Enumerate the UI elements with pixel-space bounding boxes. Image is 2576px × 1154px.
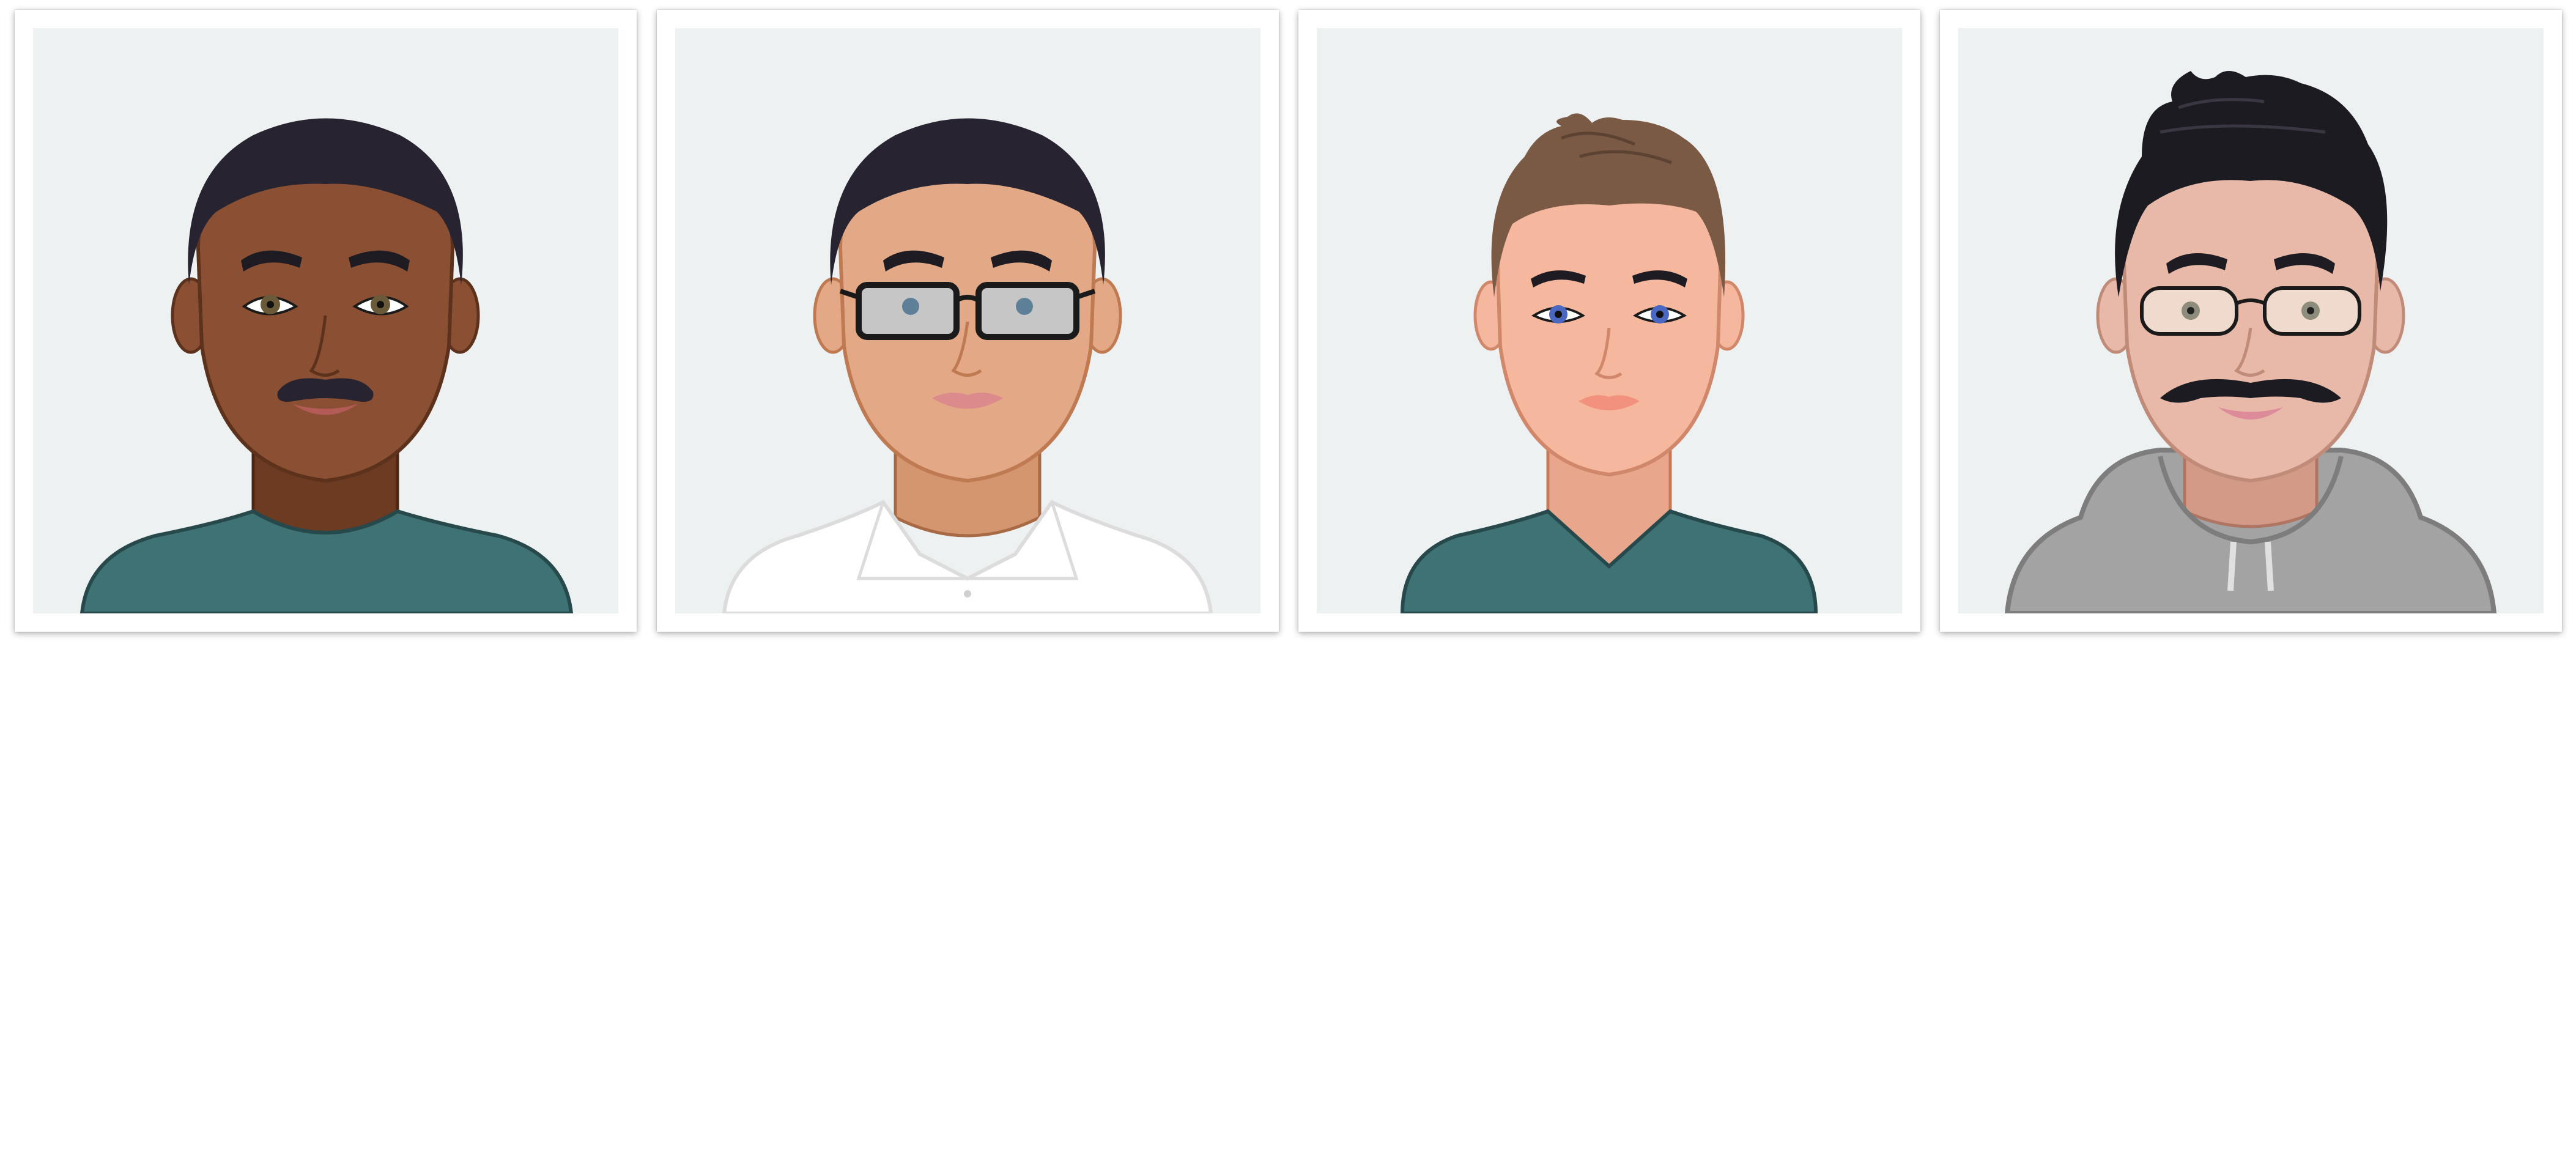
avatar-frame	[33, 28, 618, 613]
avatar-frame	[1317, 28, 1902, 613]
avatar-man-glasses-mustache-hoodie-icon	[2004, 71, 2497, 613]
avatar-man-brown-quiff-vneck-icon	[1400, 113, 1818, 613]
avatar-man-mustache-dark-skin-icon	[80, 118, 574, 613]
avatar-card-1[interactable]	[15, 10, 637, 632]
avatar-card-4[interactable]	[1940, 10, 2562, 632]
avatar-card-2[interactable]	[657, 10, 1279, 632]
avatar-frame	[675, 28, 1260, 613]
avatar-card-3[interactable]	[1298, 10, 1920, 632]
avatar-frame	[1958, 28, 2544, 613]
avatar-man-glasses-white-shirt-icon	[722, 118, 1213, 613]
